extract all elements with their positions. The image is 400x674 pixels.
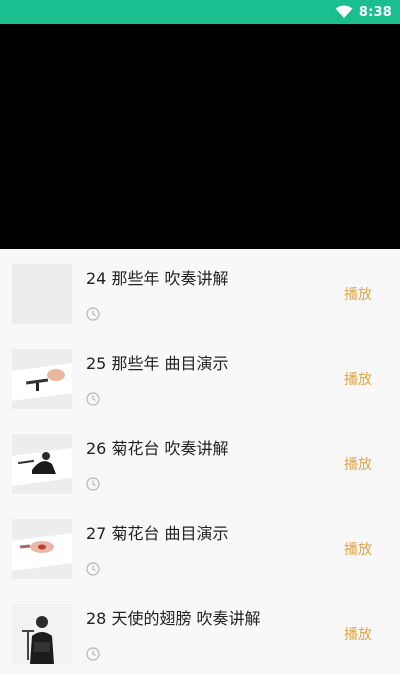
play-button[interactable]: 播放	[344, 284, 372, 304]
list-item[interactable]: 28 天使的翅膀 吹奏讲解 播放	[0, 589, 400, 674]
lesson-title: 25 那些年 曲目演示	[86, 354, 229, 373]
clock-icon	[86, 562, 100, 576]
play-button[interactable]: 播放	[344, 369, 372, 389]
lesson-thumbnail	[12, 434, 72, 494]
lesson-thumbnail	[12, 604, 72, 664]
status-time: 8:38	[358, 4, 392, 20]
play-button[interactable]: 播放	[344, 539, 372, 559]
wifi-icon	[335, 5, 353, 18]
list-item[interactable]: 26 菊花台 吹奏讲解 播放	[0, 419, 400, 504]
play-button[interactable]: 播放	[344, 624, 372, 644]
list-item[interactable]: 27 菊花台 曲目演示 播放	[0, 504, 400, 589]
clock-icon	[86, 307, 100, 321]
lesson-title: 26 菊花台 吹奏讲解	[86, 439, 229, 458]
lesson-title: 27 菊花台 曲目演示	[86, 524, 229, 543]
list-item[interactable]: 24 那些年 吹奏讲解 播放	[0, 249, 400, 334]
clock-icon	[86, 647, 100, 661]
lesson-list: 24 那些年 吹奏讲解 播放 25 那些年 曲目演示 播放 26 菊花台 吹奏讲…	[0, 249, 400, 664]
lesson-title: 24 那些年 吹奏讲解	[86, 269, 229, 288]
lesson-thumbnail	[12, 519, 72, 579]
lesson-thumbnail	[12, 264, 72, 324]
list-item[interactable]: 25 那些年 曲目演示 播放	[0, 334, 400, 419]
clock-icon	[86, 477, 100, 491]
status-bar: 8:38	[0, 0, 400, 24]
lesson-thumbnail	[12, 349, 72, 409]
lesson-title: 28 天使的翅膀 吹奏讲解	[86, 609, 261, 628]
video-player[interactable]	[0, 24, 400, 249]
play-button[interactable]: 播放	[344, 454, 372, 474]
clock-icon	[86, 392, 100, 406]
